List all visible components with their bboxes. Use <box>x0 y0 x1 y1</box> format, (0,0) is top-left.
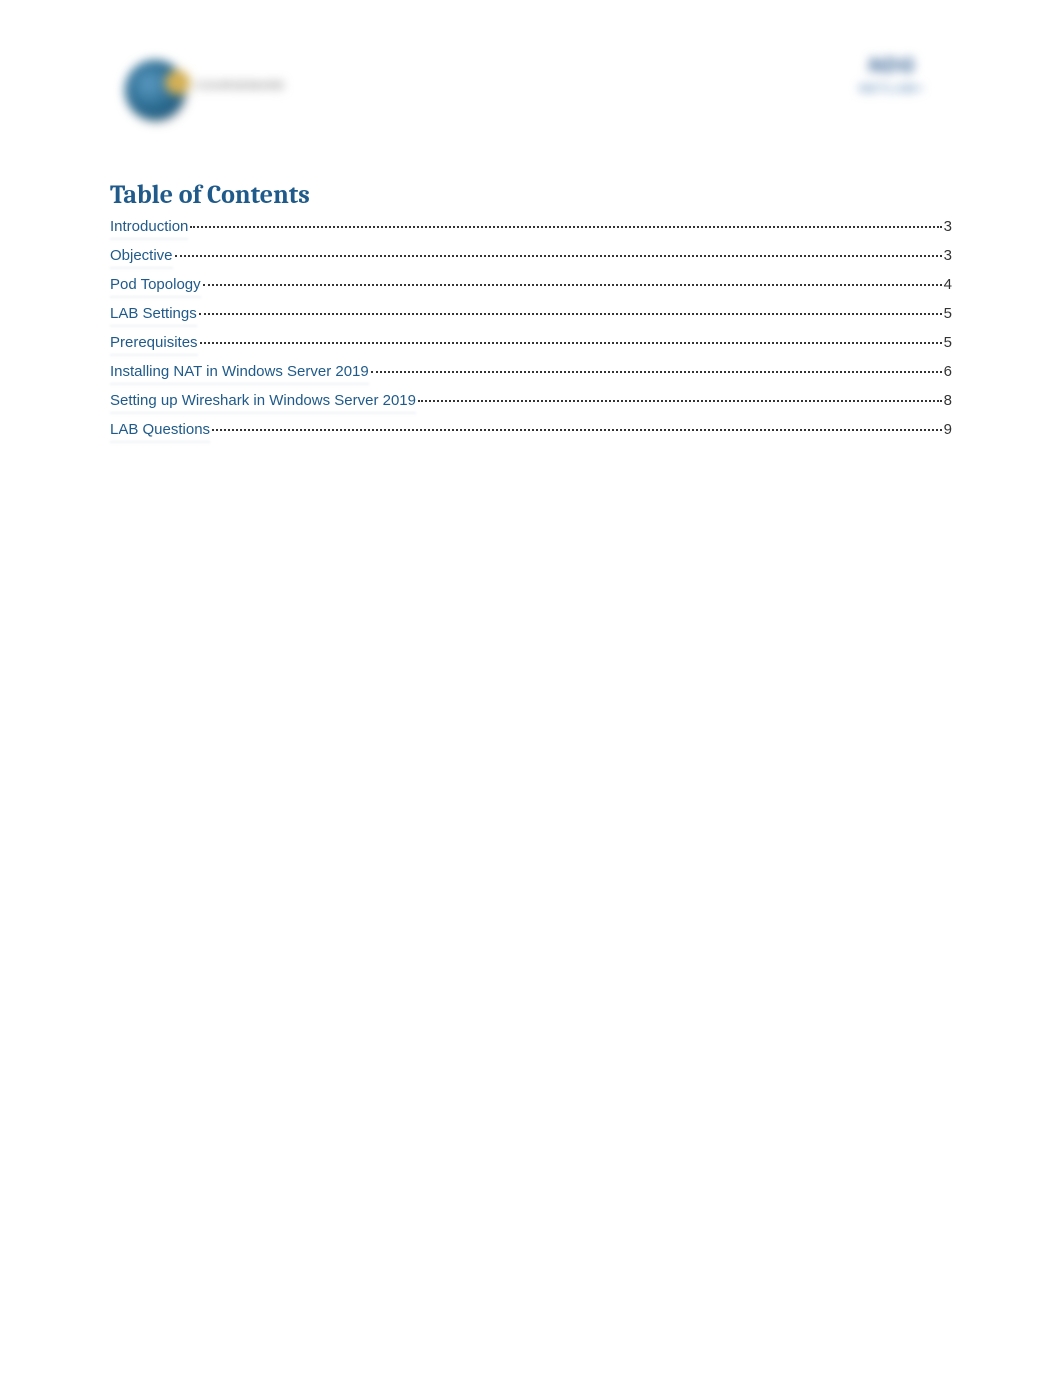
toc-title: Table of Contents <box>110 180 952 210</box>
toc-item: LAB Questions 9 <box>110 421 952 438</box>
logo-left-text: COURSEWARE <box>195 80 285 92</box>
toc-link-lab-questions[interactable]: LAB Questions <box>110 421 210 438</box>
document-header: COURSEWARE NDG NETLAB+ <box>110 50 952 130</box>
logo-left: COURSEWARE <box>115 50 285 130</box>
toc-item: Setting up Wireshark in Windows Server 2… <box>110 392 952 409</box>
toc-dots <box>199 313 942 315</box>
toc-dots <box>418 400 942 402</box>
toc-dots <box>212 429 942 431</box>
toc-link-lab-settings[interactable]: LAB Settings <box>110 305 197 322</box>
toc-link-introduction[interactable]: Introduction <box>110 218 188 235</box>
toc-link-prerequisites[interactable]: Prerequisites <box>110 334 198 351</box>
toc-list: Introduction 3 Objective 3 Pod Topology … <box>110 218 952 438</box>
toc-item: LAB Settings 5 <box>110 305 952 322</box>
toc-page-number: 6 <box>944 363 952 380</box>
toc-page-number: 3 <box>944 218 952 235</box>
toc-dots <box>200 342 942 344</box>
toc-dots <box>203 284 942 286</box>
toc-page-number: 4 <box>944 276 952 293</box>
document-page: COURSEWARE NDG NETLAB+ Table of Contents… <box>0 0 1062 500</box>
toc-page-number: 3 <box>944 247 952 264</box>
toc-page-number: 5 <box>944 305 952 322</box>
toc-page-number: 8 <box>944 392 952 409</box>
toc-item: Installing NAT in Windows Server 2019 6 <box>110 363 952 380</box>
toc-link-pod-topology[interactable]: Pod Topology <box>110 276 201 293</box>
logo-right-top-text: NDG <box>837 55 947 78</box>
toc-page-number: 5 <box>944 334 952 351</box>
logo-right-bottom-text: NETLAB+ <box>837 83 947 95</box>
toc-dots <box>175 255 942 257</box>
toc-link-objective[interactable]: Objective <box>110 247 173 264</box>
toc-link-setting-up-wireshark[interactable]: Setting up Wireshark in Windows Server 2… <box>110 392 416 409</box>
toc-page-number: 9 <box>944 421 952 438</box>
toc-link-installing-nat[interactable]: Installing NAT in Windows Server 2019 <box>110 363 369 380</box>
toc-dots <box>190 226 941 228</box>
toc-item: Objective 3 <box>110 247 952 264</box>
logo-left-circle-icon <box>125 60 185 120</box>
toc-item: Pod Topology 4 <box>110 276 952 293</box>
toc-item: Introduction 3 <box>110 218 952 235</box>
logo-right: NDG NETLAB+ <box>837 55 947 125</box>
toc-dots <box>371 371 942 373</box>
toc-item: Prerequisites 5 <box>110 334 952 351</box>
